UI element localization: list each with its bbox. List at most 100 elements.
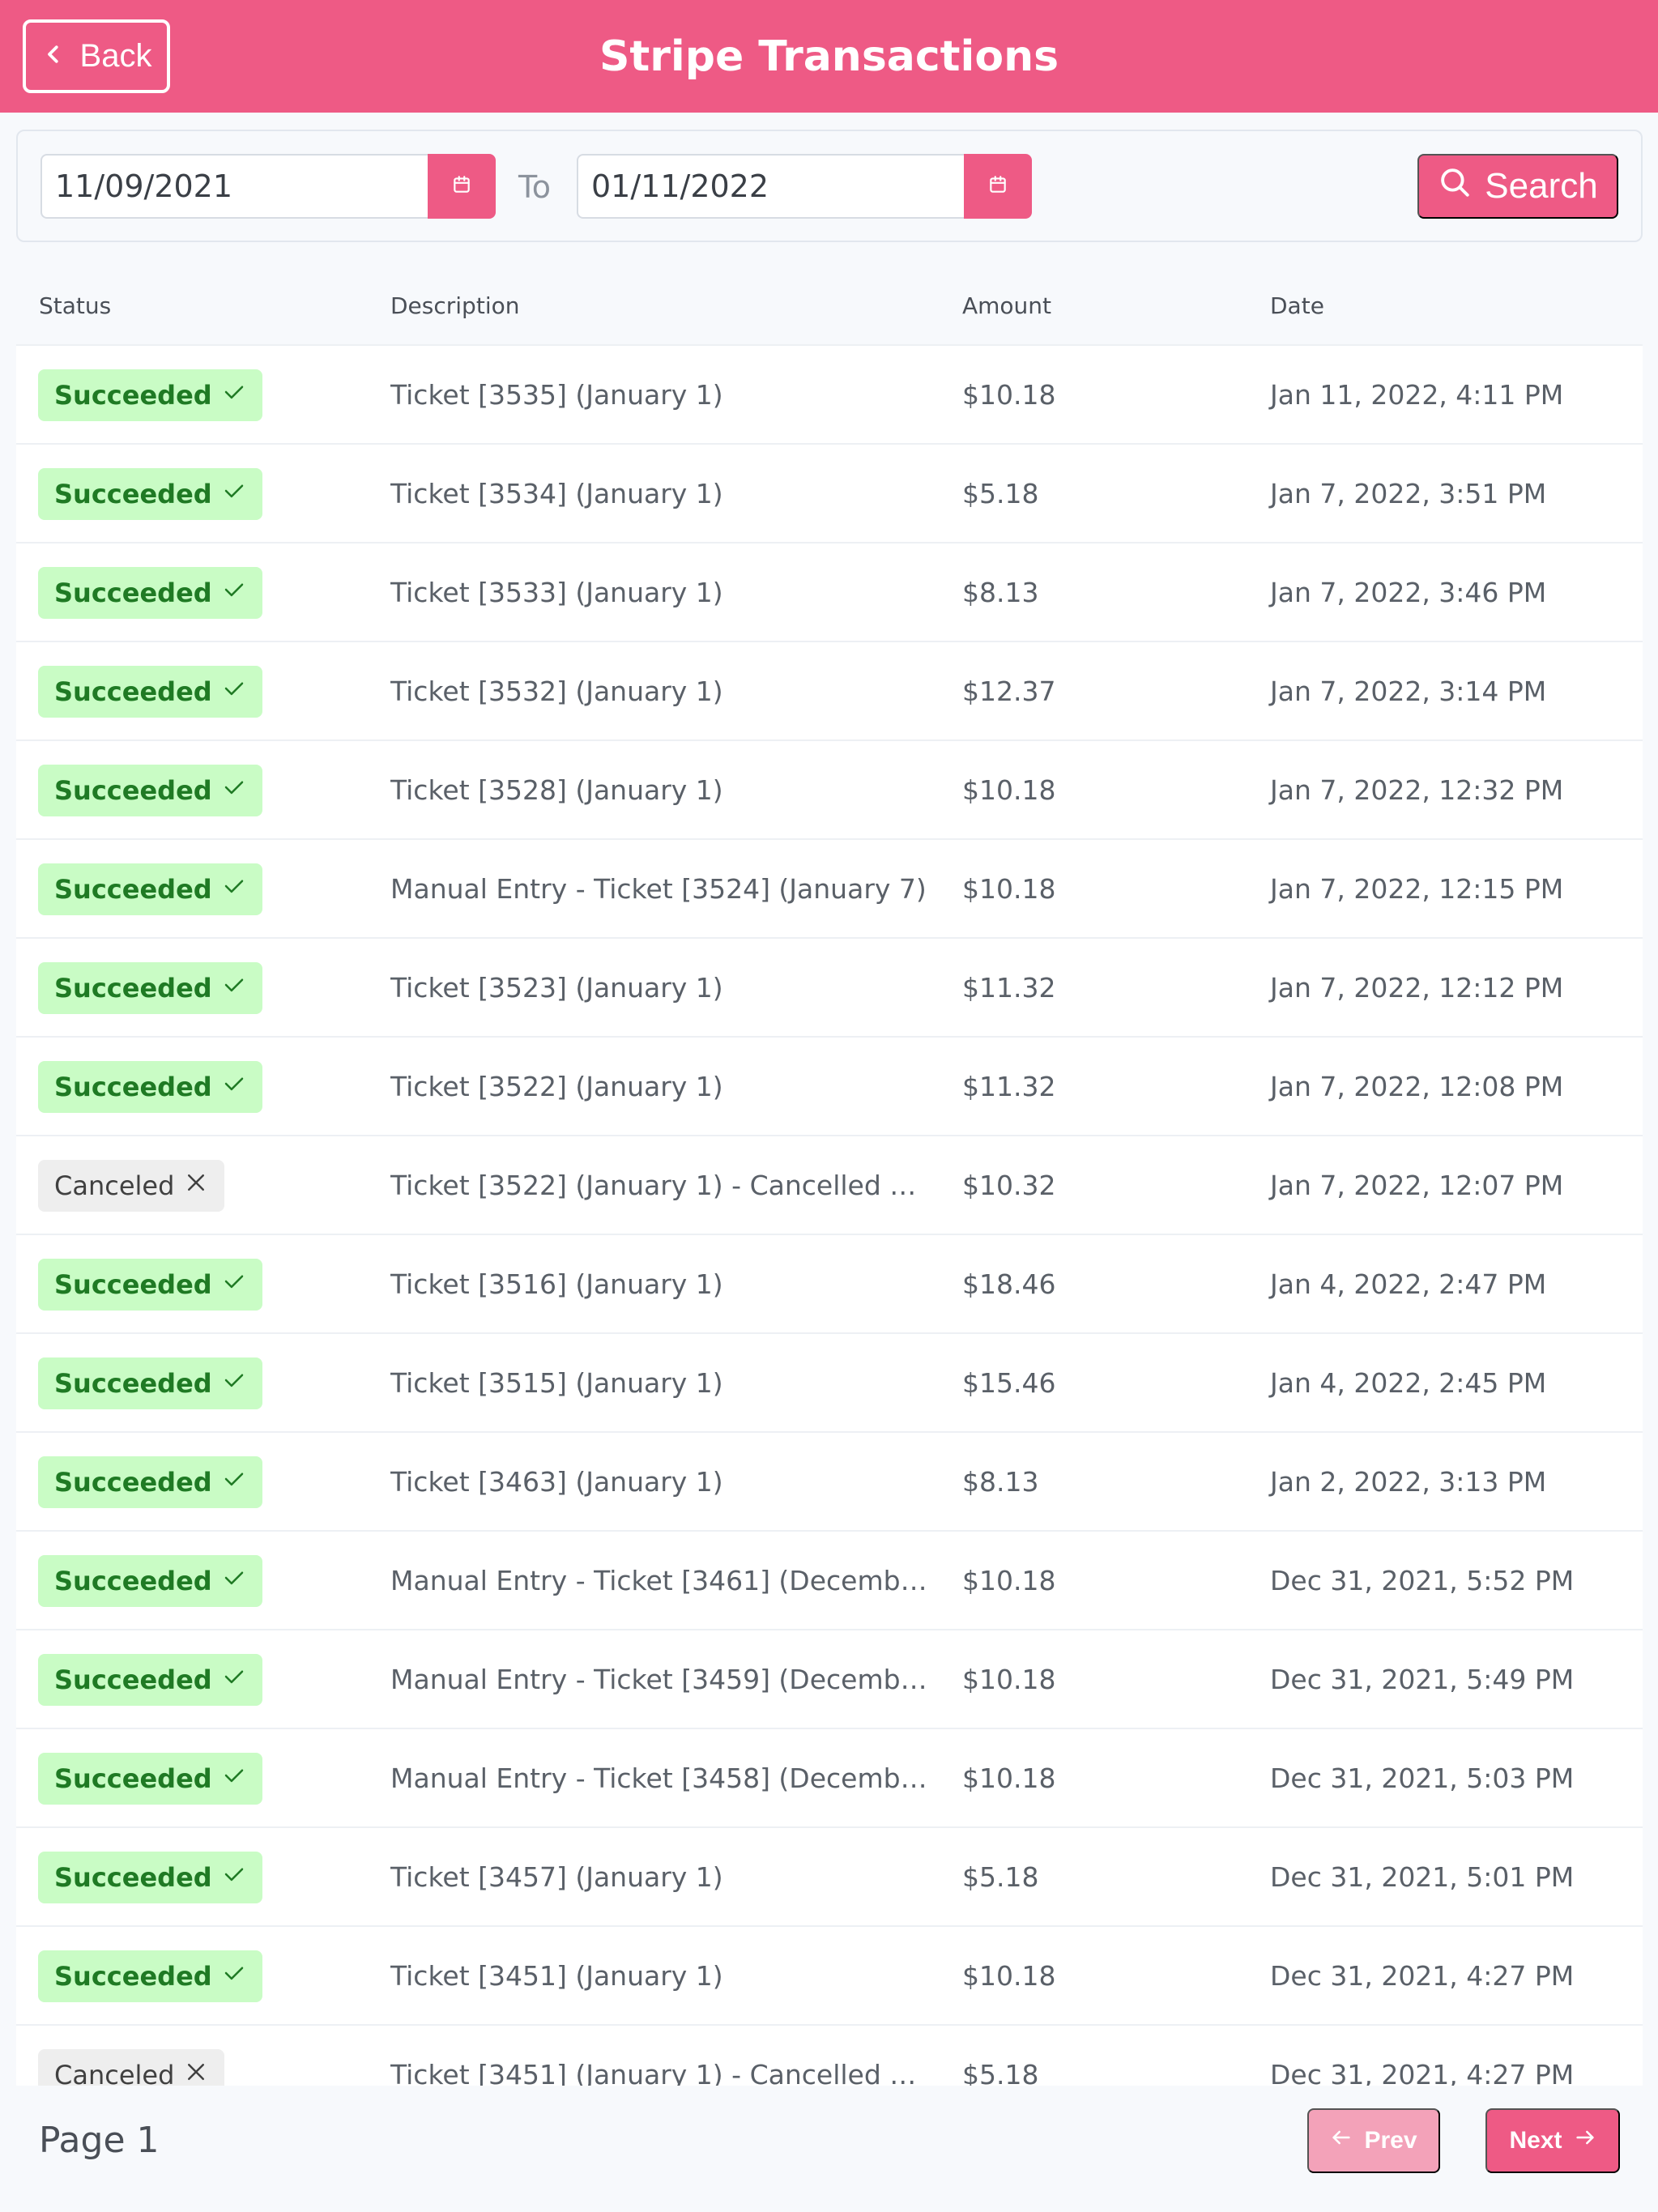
date-cell: Jan 7, 2022, 12:08 PM — [1270, 1071, 1564, 1102]
status-badge: Succeeded — [38, 765, 262, 816]
table-row[interactable]: Succeeded Manual Entry - Ticket [3461] (D… — [16, 1532, 1643, 1630]
table-row[interactable]: Succeeded Ticket [3534] (January 1) $5.18 J… — [16, 445, 1643, 543]
amount-cell: $10.32 — [962, 1170, 1056, 1201]
date-cell: Jan 7, 2022, 12:15 PM — [1270, 873, 1564, 905]
back-button-label: Back — [79, 38, 152, 74]
table-row[interactable]: Succeeded Ticket [3516] (January 1) $18.46… — [16, 1235, 1643, 1334]
status-label: Succeeded — [54, 874, 212, 905]
checkmark-icon — [222, 676, 246, 707]
description-cell: Ticket [3451] (January 1) - Cancelled by… — [390, 2059, 933, 2086]
amount-cell: $15.46 — [962, 1367, 1056, 1399]
search-icon — [1438, 165, 1472, 208]
amount-cell: $8.13 — [962, 1466, 1039, 1498]
table-body: Succeeded Ticket [3535] (January 1) $10.18… — [16, 346, 1643, 2086]
table-row[interactable]: Succeeded Ticket [3522] (January 1) $11.32… — [16, 1038, 1643, 1136]
amount-cell: $5.18 — [962, 1861, 1039, 1893]
status-badge: Succeeded — [38, 369, 262, 421]
status-badge: Succeeded — [38, 1456, 262, 1508]
next-button-label: Next — [1509, 2127, 1562, 2154]
table-row[interactable]: Succeeded Manual Entry - Ticket [3524] (J… — [16, 840, 1643, 939]
status-label: Succeeded — [54, 1467, 212, 1498]
table-row[interactable]: Succeeded Ticket [3523] (January 1) $11.32… — [16, 939, 1643, 1038]
description-cell: Ticket [3457] (January 1) — [390, 1861, 723, 1893]
table-row[interactable]: Succeeded Ticket [3533] (January 1) $8.13 J… — [16, 543, 1643, 642]
table-row[interactable]: Succeeded Ticket [3535] (January 1) $10.18… — [16, 346, 1643, 445]
description-cell: Ticket [3451] (January 1) — [390, 1960, 723, 1992]
column-header-date: Date — [1270, 292, 1324, 319]
checkmark-icon — [222, 973, 246, 1004]
description-cell: Ticket [3523] (January 1) — [390, 972, 723, 1004]
table-row[interactable]: Canceled Ticket [3451] (January 1) - Canc… — [16, 2026, 1643, 2086]
description-cell: Ticket [3463] (January 1) — [390, 1466, 723, 1498]
from-date-input[interactable] — [40, 154, 428, 219]
from-date-calendar-button[interactable] — [428, 154, 496, 219]
description-cell: Ticket [3534] (January 1) — [390, 478, 723, 509]
status-badge: Succeeded — [38, 1357, 262, 1409]
page-title: Stripe Transactions — [599, 32, 1059, 81]
checkmark-icon — [222, 1072, 246, 1102]
table-row[interactable]: Succeeded Ticket [3457] (January 1) $5.18 D… — [16, 1828, 1643, 1927]
status-badge: Succeeded — [38, 1259, 262, 1311]
search-button[interactable]: Search — [1417, 154, 1618, 219]
column-header-description: Description — [390, 292, 520, 319]
checkmark-icon — [222, 1763, 246, 1794]
status-badge: Canceled — [38, 2049, 225, 2086]
from-date-group — [40, 154, 496, 220]
to-date-input[interactable] — [577, 154, 964, 219]
date-cell: Jan 4, 2022, 2:45 PM — [1270, 1367, 1547, 1399]
status-label: Succeeded — [54, 479, 212, 509]
arrow-right-icon — [1574, 2126, 1596, 2155]
status-badge: Succeeded — [38, 962, 262, 1014]
status-label: Succeeded — [54, 1961, 212, 1992]
amount-cell: $11.32 — [962, 972, 1056, 1004]
date-filter-panel: To Search — [16, 130, 1643, 242]
prev-page-button[interactable]: Prev — [1307, 2108, 1440, 2173]
amount-cell: $10.18 — [962, 1565, 1056, 1596]
checkmark-icon — [222, 1467, 246, 1498]
status-label: Succeeded — [54, 380, 212, 411]
description-cell: Manual Entry - Ticket [3459] (December 3… — [390, 1664, 933, 1695]
table-row[interactable]: Canceled Ticket [3522] (January 1) - Canc… — [16, 1136, 1643, 1235]
table-row[interactable]: Succeeded Manual Entry - Ticket [3459] (D… — [16, 1630, 1643, 1729]
status-label: Succeeded — [54, 1664, 212, 1695]
table-row[interactable]: Succeeded Ticket [3528] (January 1) $10.18… — [16, 741, 1643, 840]
chevron-left-icon — [41, 38, 66, 75]
prev-button-label: Prev — [1364, 2127, 1417, 2154]
checkmark-icon — [222, 1368, 246, 1399]
table-row[interactable]: Succeeded Manual Entry - Ticket [3458] (D… — [16, 1729, 1643, 1828]
table-row[interactable]: Succeeded Ticket [3515] (January 1) $15.46… — [16, 1334, 1643, 1433]
status-badge: Succeeded — [38, 468, 262, 520]
next-page-button[interactable]: Next — [1485, 2108, 1620, 2173]
back-button[interactable]: Back — [23, 19, 170, 93]
status-label: Succeeded — [54, 1072, 212, 1102]
to-label: To — [518, 169, 552, 205]
table-row[interactable]: Succeeded Ticket [3532] (January 1) $12.37… — [16, 642, 1643, 741]
status-badge: Succeeded — [38, 863, 262, 915]
status-badge: Succeeded — [38, 666, 262, 718]
status-label: Succeeded — [54, 973, 212, 1004]
description-cell: Manual Entry - Ticket [3524] (January 7) — [390, 873, 927, 905]
table-row[interactable]: Succeeded Ticket [3463] (January 1) $8.13 J… — [16, 1433, 1643, 1532]
status-label: Succeeded — [54, 578, 212, 608]
status-label: Succeeded — [54, 676, 212, 707]
date-cell: Jan 7, 2022, 3:51 PM — [1270, 478, 1547, 509]
description-cell: Ticket [3522] (January 1) — [390, 1071, 723, 1102]
table-header: Status Description Amount Date — [16, 266, 1643, 346]
date-cell: Jan 7, 2022, 12:12 PM — [1270, 972, 1564, 1004]
date-cell: Dec 31, 2021, 5:03 PM — [1270, 1762, 1575, 1794]
to-date-calendar-button[interactable] — [964, 154, 1032, 219]
table-row[interactable]: Succeeded Ticket [3451] (January 1) $10.18… — [16, 1927, 1643, 2026]
status-label: Succeeded — [54, 1763, 212, 1794]
amount-cell: $10.18 — [962, 1762, 1056, 1794]
status-badge: Succeeded — [38, 1950, 262, 2002]
page-indicator: Page 1 — [39, 2120, 160, 2161]
status-badge: Succeeded — [38, 1852, 262, 1903]
date-cell: Dec 31, 2021, 5:49 PM — [1270, 1664, 1575, 1695]
checkmark-icon — [222, 1862, 246, 1893]
status-label: Succeeded — [54, 1862, 212, 1893]
date-cell: Dec 31, 2021, 5:01 PM — [1270, 1861, 1575, 1893]
status-label: Succeeded — [54, 775, 212, 806]
description-cell: Manual Entry - Ticket [3461] (December 3… — [390, 1565, 933, 1596]
date-cell: Jan 7, 2022, 3:46 PM — [1270, 577, 1547, 608]
description-cell: Ticket [3516] (January 1) — [390, 1268, 723, 1300]
